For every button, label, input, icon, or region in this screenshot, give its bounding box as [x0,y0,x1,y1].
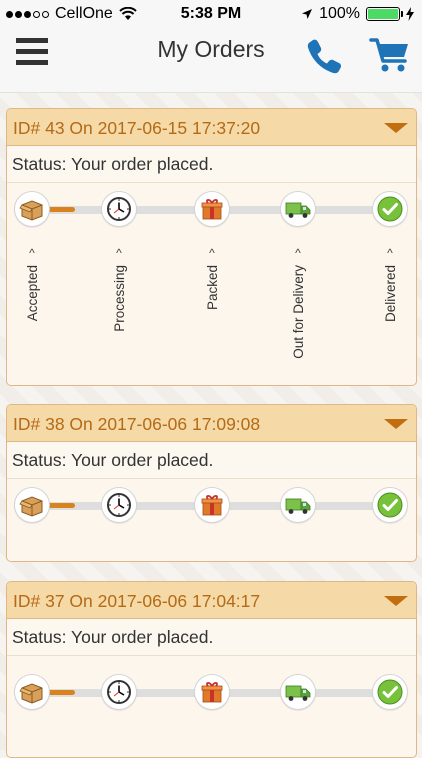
cart-icon[interactable] [369,35,411,75]
order-card[interactable]: ID# 37 On 2017-06-06 17:04:17 Status: Yo… [6,581,417,758]
order-header[interactable]: ID# 43 On 2017-06-15 17:37:20 [7,109,416,146]
page-title: My Orders [157,36,265,62]
clock-icon [107,493,131,517]
location-arrow-icon [302,9,313,19]
expand-caret-icon[interactable] [384,596,408,606]
order-tracker [7,666,416,726]
order-status: Status: Your order placed. [7,619,416,656]
order-title: ID# 43 On 2017-06-15 17:37:20 [13,118,261,138]
charging-bolt-icon [406,7,414,21]
clock-icon [107,197,131,221]
gift-icon [201,682,223,703]
order-title: ID# 38 On 2017-06-06 17:09:08 [13,414,261,434]
clock-icon [107,680,131,704]
nav-bar: My Orders [0,30,422,93]
step-packed [194,674,230,710]
check-icon [377,679,403,705]
label-processing: ^ Processing [111,246,127,332]
box-icon [19,496,43,517]
order-card[interactable]: ID# 38 On 2017-06-06 17:09:08 Status: Yo… [6,404,417,562]
truck-icon [285,685,311,701]
step-packed [194,191,230,227]
step-accepted [14,191,50,227]
order-title: ID# 37 On 2017-06-06 17:04:17 [13,591,261,611]
step-accepted [14,487,50,523]
order-status: Status: Your order placed. [7,146,416,183]
order-header[interactable]: ID# 38 On 2017-06-06 17:09:08 [7,405,416,442]
order-tracker [7,183,416,243]
order-header[interactable]: ID# 37 On 2017-06-06 17:04:17 [7,582,416,619]
order-tracker [7,479,416,539]
order-card[interactable]: ID# 43 On 2017-06-15 17:37:20 Status: Yo… [6,108,417,386]
truck-icon [285,202,311,218]
step-processing [101,674,137,710]
step-out-for-delivery [280,191,316,227]
gift-icon [201,199,223,220]
gift-icon [201,495,223,516]
check-icon [377,492,403,518]
step-delivered [372,674,408,710]
step-labels: ^ Accepted ^ Processing ^ Packed ^ Out for D… [7,243,416,373]
box-icon [19,200,43,221]
orders-list: ID# 43 On 2017-06-15 17:37:20 Status: Yo… [0,93,422,758]
step-processing [101,191,137,227]
expand-caret-icon[interactable] [384,123,408,133]
step-accepted [14,674,50,710]
phone-icon[interactable] [304,36,344,76]
step-out-for-delivery [280,674,316,710]
label-out-for-delivery: ^ Out for Delivery [290,246,306,359]
expand-caret-icon[interactable] [384,419,408,429]
step-out-for-delivery [280,487,316,523]
order-status: Status: Your order placed. [7,442,416,479]
battery-icon [366,7,403,21]
step-processing [101,487,137,523]
box-icon [19,683,43,704]
step-delivered [372,191,408,227]
label-packed: ^ Packed [204,246,220,311]
status-right: 100% [301,5,414,23]
step-packed [194,487,230,523]
truck-icon [285,498,311,514]
step-delivered [372,487,408,523]
label-delivered: ^ Delivered [382,246,398,323]
check-icon [377,196,403,222]
label-accepted: ^ Accepted [24,246,40,322]
status-bar: CellOne 5:38 PM 100% [0,0,422,30]
battery-percent: 100% [319,5,360,22]
